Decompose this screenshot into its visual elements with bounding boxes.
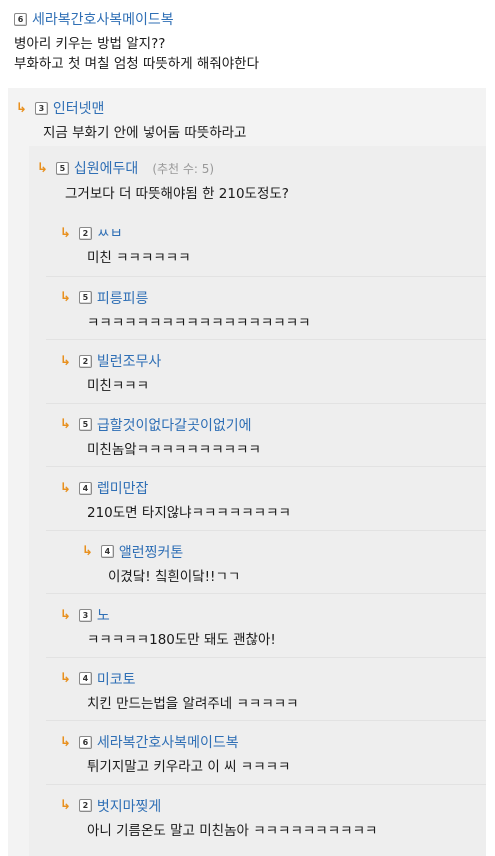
list-item: ↳ 6 세라복간호사복메이드복 튀기지말고 키우라고 이 씨 ㅋㅋㅋㅋ [46,720,486,784]
comment: ↳ 3 인터넷맨 지금 부화기 안에 넣어둠 따뜻하라고 [8,88,486,143]
reply-list: ↳ 2 ㅆㅂ 미친 ㅋㅋㅋㅋㅋㅋ ↳ 5 피릉피릉 ㅋㅋㅋㅋㅋㅋㅋㅋㅋㅋㅋㅋㅋㅋㅋㅋㅋㅋ… [46,212,486,847]
comment-text: 튀기지말고 키우라고 이 씨 ㅋㅋㅋㅋ [87,759,291,775]
level-badge-icon: 5 [78,418,92,431]
list-item: ↳ 4 앨런찡커톤 이겼닼! 칰흰이닼!!ㄱㄱ [46,529,486,594]
level-badge-icon: 3 [34,101,48,115]
nested-thread: ↳ 5 십원에두대 (추천 수: 5) 그거보다 더 따뜻해야됨 한 210도정… [29,146,486,856]
comment-author-name[interactable]: 노 [97,605,110,625]
comment-author-name[interactable]: 피릉피릉 [97,288,149,308]
reply-arrow-icon: ↳ [60,225,71,241]
recommend-count: (추천 수: 5) [152,161,215,176]
level-badge-icon: 6 [14,12,27,26]
comment-author-name[interactable]: 인터넷맨 [53,98,105,118]
post-body: 병아리 키우는 방법 알지?? 부화하고 첫 며칠 엄청 따뜻하게 해줘야한다 [14,34,481,74]
reply-arrow-icon: ↳ [60,417,71,432]
comment-author-name[interactable]: 앨런찡커톤 [119,542,183,562]
comment-author-name[interactable]: 벗지마찢게 [97,796,161,816]
comment-text: 치킨 만드는법을 알려주네 ㅋㅋㅋㅋㅋ [87,695,299,712]
comment-text: 아니 기름온도 말고 미친놈아 ㅋㅋㅋㅋㅋㅋㅋㅋㅋㅋ [87,822,378,839]
post-author-row: 6 세라복간호사복메이드복 [14,8,481,30]
reply-arrow-icon: ↳ [60,480,71,496]
level-badge-icon: 3 [78,608,92,622]
comment-text: ㅋㅋㅋㅋㅋ180도만 돼도 괜찮아! [87,632,276,648]
comment-author-name[interactable]: 렙미만잡 [97,478,149,498]
comment-author-name[interactable]: ㅆㅂ [97,223,123,243]
reply-arrow-icon: ↳ [60,290,71,305]
list-item: ↳ 5 급할것이없다갈곳이없기에 미친놈앜ㅋㅋㅋㅋㅋㅋㅋㅋㅋㅋ [46,402,486,467]
level-badge-icon: 5 [55,161,69,175]
list-item: ↳ 5 피릉피릉 ㅋㅋㅋㅋㅋㅋㅋㅋㅋㅋㅋㅋㅋㅋㅋㅋㅋㅋ [46,275,486,340]
reply-arrow-icon: ↳ [60,798,71,813]
level-badge-icon: 4 [100,545,114,558]
comment-text: 그거보다 더 따뜻해야됨 한 210도정도? [65,186,289,202]
comment: ↳ 5 십원에두대 (추천 수: 5) 그거보다 더 따뜻해야됨 한 210도정… [29,146,486,204]
post-author-name[interactable]: 세라복간호사복메이드복 [32,9,174,29]
level-badge-icon: 2 [78,354,92,368]
post-line: 병아리 키우는 방법 알지?? [14,36,166,52]
comment-author-name[interactable]: 십원에두대 [74,158,138,178]
level-badge-icon: 5 [78,291,92,304]
comment-thread: ↳ 3 인터넷맨 지금 부화기 안에 넣어둠 따뜻하라고 ↳ 5 십원에두대 (… [8,88,486,856]
reply-arrow-icon: ↳ [16,100,27,116]
reply-arrow-icon: ↳ [37,160,48,176]
comment-text: 미친 ㅋㅋㅋㅋㅋㅋ [87,250,191,266]
list-item: ↳ 3 노 ㅋㅋㅋㅋㅋ180도만 돼도 괜찮아! [46,593,486,657]
comment-author-name[interactable]: 빌런조무사 [97,351,161,371]
list-item: ↳ 4 렙미만잡 210도면 타지않냐ㅋㅋㅋㅋㅋㅋㅋㅋ [46,466,486,530]
reply-arrow-icon: ↳ [60,607,71,623]
comment-text: ㅋㅋㅋㅋㅋㅋㅋㅋㅋㅋㅋㅋㅋㅋㅋㅋㅋㅋ [87,314,311,331]
original-post: 6 세라복간호사복메이드복 병아리 키우는 방법 알지?? 부화하고 첫 며칠 … [0,0,495,74]
comment-text: 미친ㅋㅋㅋ [87,378,150,394]
post-line: 부화하고 첫 며칠 엄청 따뜻하게 해줘야한다 [14,56,260,72]
comment-author-name[interactable]: 급할것이없다갈곳이없기에 [97,415,252,435]
reply-arrow-icon: ↳ [60,734,71,750]
comment-author-row: ↳ 3 인터넷맨 [16,98,486,118]
list-item: ↳ 2 벗지마찢게 아니 기름온도 말고 미친놈아 ㅋㅋㅋㅋㅋㅋㅋㅋㅋㅋ [46,783,486,848]
comment-text: 210도면 타지않냐ㅋㅋㅋㅋㅋㅋㅋㅋ [87,505,291,521]
level-badge-icon: 4 [78,672,92,685]
comment-author-name[interactable]: 세라복간호사복메이드복 [97,732,239,752]
comment-author-row: ↳ 5 십원에두대 (추천 수: 5) [37,158,486,178]
list-item: ↳ 4 미코토 치킨 만드는법을 알려주네 ㅋㅋㅋㅋㅋ [46,656,486,721]
comment-author-name[interactable]: 미코토 [97,669,136,689]
level-badge-icon: 4 [78,481,92,495]
reply-arrow-icon: ↳ [82,544,93,559]
reply-arrow-icon: ↳ [60,353,71,369]
level-badge-icon: 6 [78,735,92,749]
comment-text: 이겼닼! 칰흰이닼!!ㄱㄱ [108,568,241,585]
list-item: ↳ 2 ㅆㅂ 미친 ㅋㅋㅋㅋㅋㅋ [46,212,486,276]
comment-page: 6 세라복간호사복메이드복 병아리 키우는 방법 알지?? 부화하고 첫 며칠 … [0,0,495,856]
level-badge-icon: 2 [78,799,92,812]
comment-text: 미친놈앜ㅋㅋㅋㅋㅋㅋㅋㅋㅋㅋ [87,441,261,458]
list-item: ↳ 2 빌런조무사 미친ㅋㅋㅋ [46,339,486,403]
reply-arrow-icon: ↳ [60,671,71,686]
level-badge-icon: 2 [78,226,92,240]
comment-text: 지금 부화기 안에 넣어둠 따뜻하라고 [43,125,247,141]
